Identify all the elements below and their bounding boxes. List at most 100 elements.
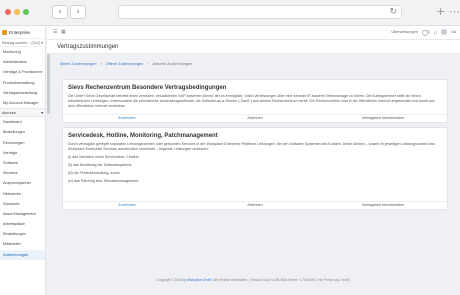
sidebar-item-label: Dashboard xyxy=(3,120,22,125)
sidebar-item-label: My Account Manager xyxy=(3,101,39,106)
brand-logo[interactable]: Enterprise xyxy=(0,26,45,38)
sidebar-item-asset-management[interactable]: Asset Management xyxy=(0,209,45,219)
card-actions: Annehmen Ablehnen Vertragstext herunterl… xyxy=(63,201,447,209)
sidebar-item-einstellungen[interactable]: Einstellungen xyxy=(0,229,45,239)
app-header: ☰ ▦ Überweisungen ○ Da xyxy=(47,26,460,40)
maximize-window-button[interactable] xyxy=(23,9,29,15)
breadcrumb-current: Aktuelle Zustimmungen xyxy=(152,62,193,66)
breadcrumb-item[interactable]: Offene Zustimmungen xyxy=(106,62,144,66)
sidebar-item-administration[interactable]: Administration › xyxy=(0,57,45,67)
status-text[interactable]: Überweisungen xyxy=(391,30,417,34)
card-actions: Annehmen Ablehnen Vertragstext herunterl… xyxy=(63,114,447,122)
sidebar-item-label: Ansprechpartner xyxy=(3,181,32,186)
contract-card: Servicedesk, Hotline, Monitoring, Patchm… xyxy=(62,127,448,210)
sidebar-item-label: Software xyxy=(3,160,18,165)
accept-button[interactable]: Annehmen xyxy=(63,115,191,122)
footer-company-link[interactable]: by Workplace GmbH xyxy=(182,278,211,282)
sidebar-item-label: Administration xyxy=(3,60,28,65)
chevron-right-icon: › xyxy=(41,90,43,95)
sidebar-item-label: Verträge & Provisionen xyxy=(3,70,42,75)
menu-icon[interactable]: ☰ xyxy=(53,29,57,35)
card-text: Durch vertraglich geregelt separaten Lei… xyxy=(68,142,436,151)
chevron-right-icon: › xyxy=(41,80,43,85)
sidebar-item-standorte[interactable]: Standorte xyxy=(0,199,45,209)
card-text: Die GmbH Sievs Gesellschaft betreibt ein… xyxy=(68,94,435,108)
sidebar-item-rechnungen[interactable]: Rechnungen xyxy=(0,138,45,148)
brand-name: Enterprise xyxy=(9,29,30,35)
card-text: (i) das Vorhalten eines Servicedesk / Ho… xyxy=(68,155,140,159)
footer-info: . Alle Rechte vorbehalten. | Version: Da… xyxy=(211,278,351,282)
address-bar[interactable]: ↻ xyxy=(118,5,402,19)
sidebar-item-label: Verträge xyxy=(3,150,18,155)
sidebar-scrollbar[interactable] xyxy=(47,54,50,114)
chevron-right-icon: › xyxy=(41,60,43,65)
sidebar-item-label: Arbeitsplätze xyxy=(3,222,25,227)
share-icon[interactable]: ⋯ xyxy=(449,4,460,20)
download-contract-button[interactable]: Vertragstext herunterladen xyxy=(319,202,447,209)
chevron-down-icon: ▾ xyxy=(41,41,43,45)
dark-mode-toggle[interactable] xyxy=(421,30,430,36)
grid-icon[interactable]: ▦ xyxy=(61,29,66,35)
sidebar-section-account[interactable]: Account ▾ xyxy=(0,108,45,118)
sidebar-item-label: Netzwerke xyxy=(3,191,21,196)
sidebar-item-arbeitsplaetze[interactable]: Arbeitsplätze xyxy=(0,219,45,229)
sidebar-item-label: Standorte xyxy=(3,201,20,206)
footer-copyright: Copyright © 2022 xyxy=(156,278,182,282)
notification-icon[interactable]: ○ xyxy=(434,30,437,35)
chevron-right-icon: › xyxy=(41,70,44,75)
card-text: (iv) das Patching bzw. Releasemanagement… xyxy=(68,179,140,183)
sidebar-search-label: Eintrag suchen... [Ctrl] xyxy=(2,40,40,45)
avatar[interactable] xyxy=(441,29,448,35)
contract-card: Sievs Rechenzentrum Besondere Vertragsbe… xyxy=(62,79,448,123)
card-text: (iii) die Fehlerbehandlung, sowie xyxy=(68,171,120,175)
sidebar-item-vertraege-provisionen[interactable]: Verträge & Provisionen › xyxy=(0,67,45,77)
sidebar-item-label: Monitoring xyxy=(3,50,21,55)
sidebar-item-account-manager[interactable]: My Account Manager › xyxy=(0,98,45,108)
sidebar-section-label: Account xyxy=(2,110,16,115)
sidebar-item-label: Bestellungen xyxy=(3,130,25,135)
header-right: Überweisungen ○ Da xyxy=(391,29,456,36)
breadcrumb: Meine Zustimmungen › Offene Zustimmungen… xyxy=(60,62,192,66)
forward-button[interactable]: › xyxy=(70,5,86,19)
sidebar-item-software[interactable]: Software xyxy=(0,158,45,168)
card-title: Servicedesk, Hotline, Monitoring, Patchm… xyxy=(68,133,218,139)
sidebar-item-vertraege[interactable]: Verträge xyxy=(0,148,45,158)
card-title: Sievs Rechenzentrum Besondere Vertragsbe… xyxy=(68,85,227,91)
sidebar-item-zustimmungen[interactable]: Zustimmungen xyxy=(0,249,45,260)
sidebar-item-label: Rechnungen xyxy=(3,140,25,145)
sidebar-search[interactable]: Eintrag suchen... [Ctrl] ▾ xyxy=(0,38,45,47)
card-text: (ii) das Monitoring der Softwaresysteme, xyxy=(68,163,133,167)
minimize-window-button[interactable] xyxy=(14,9,20,15)
sidebar-item-dashboard[interactable]: Dashboard xyxy=(0,117,45,127)
user-name[interactable]: Da xyxy=(451,30,456,34)
sidebar-item-netzwerke[interactable]: Netzwerke xyxy=(0,188,45,198)
page-title: Vertragszustimmungen xyxy=(47,40,460,54)
chevron-down-icon: ▾ xyxy=(41,111,43,116)
download-contract-button[interactable]: Vertragstext herunterladen xyxy=(319,115,447,122)
new-tab-icon[interactable]: + xyxy=(436,4,445,20)
sidebar: Enterprise Eintrag suchen... [Ctrl] ▾ Mo… xyxy=(0,26,46,295)
decline-button[interactable]: Ablehnen xyxy=(191,202,319,209)
close-window-button[interactable] xyxy=(5,9,11,15)
page-footer: Copyright © 2022 by Workplace GmbH. Alle… xyxy=(47,278,460,282)
sidebar-item-produktverwaltung[interactable]: Produktverwaltung › xyxy=(0,78,45,88)
breadcrumb-item[interactable]: Meine Zustimmungen xyxy=(60,62,97,66)
back-button[interactable]: ‹ xyxy=(52,5,68,19)
chevron-right-icon: › xyxy=(41,101,43,106)
sidebar-item-bestellungen[interactable]: Bestellungen xyxy=(0,127,45,137)
sidebar-item-ansprechpartner[interactable]: Ansprechpartner xyxy=(0,178,45,188)
accept-button[interactable]: Annehmen xyxy=(63,202,191,209)
sidebar-item-vertragsbearbeitung[interactable]: Vertragsbearbeitung › xyxy=(0,88,45,98)
chevron-right-icon: › xyxy=(41,50,43,55)
sidebar-item-label: Zustimmungen xyxy=(3,252,29,257)
reload-icon[interactable]: ↻ xyxy=(389,6,397,19)
sidebar-item-mitarbeiter[interactable]: Mitarbeiter xyxy=(0,239,45,249)
sidebar-item-services[interactable]: Services xyxy=(0,168,45,178)
decline-button[interactable]: Ablehnen xyxy=(191,115,319,122)
brand-logo-icon xyxy=(2,29,7,35)
sidebar-item-label: Services xyxy=(3,171,18,176)
sidebar-item-monitoring[interactable]: Monitoring › xyxy=(0,47,45,57)
sidebar-item-label: Vertragsbearbeitung xyxy=(3,90,38,95)
sidebar-item-label: Asset Management xyxy=(3,211,36,216)
sidebar-item-label: Mitarbeiter xyxy=(3,242,21,247)
